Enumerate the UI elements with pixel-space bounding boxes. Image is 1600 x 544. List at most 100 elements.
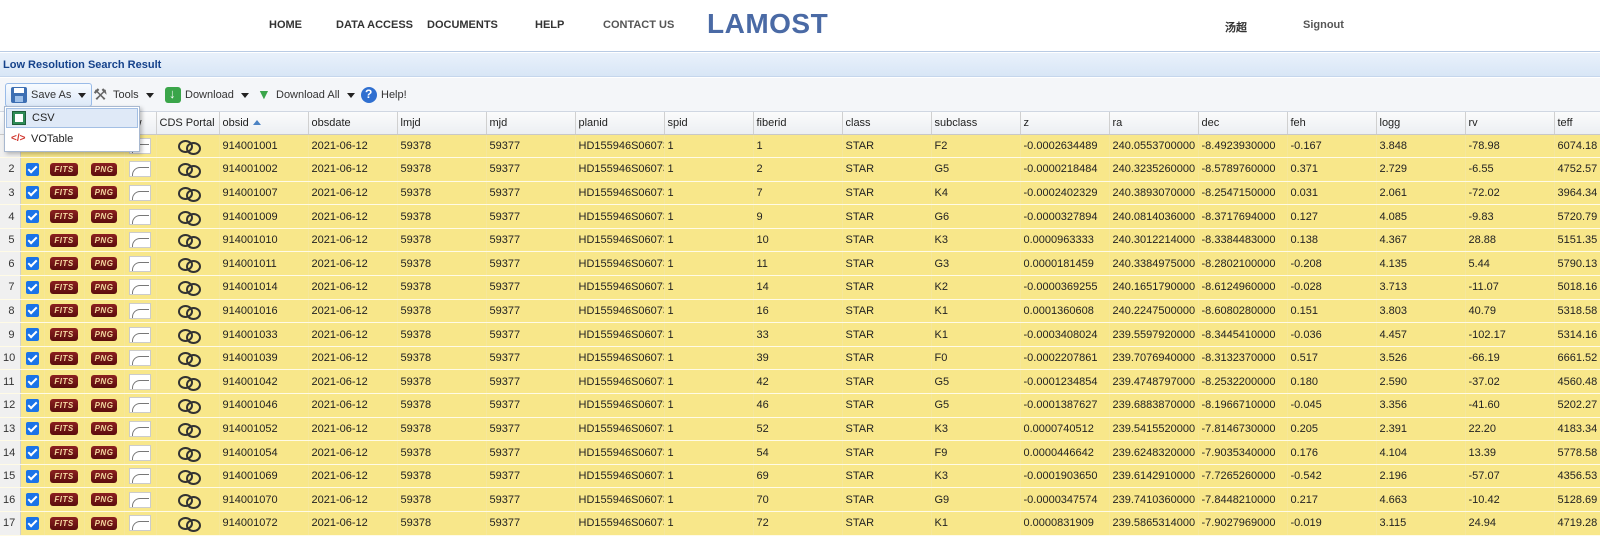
row-checkbox[interactable] — [25, 375, 39, 389]
table-row[interactable]: 8 FITS PNG 914001016 2021-06-12 59378 59377 HD1… — [0, 299, 1600, 324]
spectrum-preview-icon[interactable] — [129, 255, 151, 272]
row-checkbox[interactable] — [25, 516, 39, 530]
png-download-button[interactable]: PNG — [90, 233, 118, 247]
table-row[interactable]: 17 FITS PNG 914001072 2021-06-12 59378 59377 HD… — [0, 511, 1600, 536]
table-row[interactable]: 10 FITS PNG 914001039 2021-06-12 59378 59377 HD… — [0, 346, 1600, 371]
cds-portal-icon[interactable] — [177, 328, 201, 344]
spectrum-preview-icon[interactable] — [129, 208, 151, 225]
table-row[interactable]: 6 FITS PNG 914001011 2021-06-12 59378 59377 HD1… — [0, 251, 1600, 277]
fits-download-button[interactable]: FITS — [50, 398, 78, 412]
cds-portal-icon[interactable] — [177, 280, 201, 297]
spectrum-preview-icon[interactable] — [129, 491, 151, 508]
help-button[interactable]: Help! — [355, 83, 413, 107]
table-row[interactable]: 14 FITS PNG 914001054 2021-06-12 59378 59377 HD… — [0, 440, 1600, 465]
row-checkbox[interactable] — [25, 351, 39, 365]
row-checkbox[interactable] — [25, 422, 39, 436]
fits-download-button[interactable]: FITS — [50, 233, 78, 247]
table-row[interactable]: 9 FITS PNG 914001033 2021-06-12 59378 59377 HD1… — [0, 322, 1600, 347]
fits-download-button[interactable]: FITS — [50, 280, 78, 294]
fits-download-button[interactable]: FITS — [50, 186, 78, 200]
cds-portal-header[interactable]: CDS Portal — [156, 112, 220, 135]
png-download-button[interactable]: PNG — [90, 186, 118, 200]
png-download-button[interactable]: PNG — [90, 516, 118, 530]
fits-download-button[interactable]: FITS — [50, 210, 78, 224]
spectrum-preview-icon[interactable] — [129, 515, 151, 532]
png-download-button[interactable]: PNG — [90, 375, 118, 389]
cds-portal-icon[interactable] — [177, 375, 201, 391]
mjd-header[interactable]: mjd — [486, 112, 576, 135]
table-row[interactable]: 5 FITS PNG 914001010 2021-06-12 59378 59377 HD1… — [0, 228, 1600, 253]
download-all-button[interactable]: Download All — [250, 83, 361, 107]
fits-download-button[interactable]: FITS — [50, 469, 78, 483]
row-checkbox[interactable] — [25, 233, 39, 247]
fits-download-button[interactable]: FITS — [50, 516, 78, 530]
spectrum-preview-icon[interactable] — [129, 161, 151, 178]
row-checkbox[interactable] — [25, 186, 39, 200]
row-checkbox[interactable] — [25, 280, 39, 294]
spectrum-preview-icon[interactable] — [129, 279, 151, 296]
cds-portal-icon[interactable] — [177, 351, 201, 368]
planid-header[interactable]: planid — [575, 112, 665, 135]
spectrum-preview-icon[interactable] — [129, 444, 151, 461]
z-header[interactable]: z — [1020, 112, 1110, 135]
menu-item-votable[interactable]: </> VOTable — [6, 129, 138, 149]
fits-download-button[interactable]: FITS — [50, 304, 78, 318]
table-row[interactable]: 16 FITS PNG 914001070 2021-06-12 59378 59377 HD… — [0, 487, 1600, 512]
png-download-button[interactable]: PNG — [90, 210, 118, 224]
table-row[interactable]: 12 FITS PNG 914001046 2021-06-12 59378 59377 HD… — [0, 393, 1600, 418]
cds-portal-icon[interactable] — [177, 493, 201, 509]
spectrum-preview-icon[interactable] — [129, 302, 151, 319]
obsdate-header[interactable]: obsdate — [308, 112, 398, 135]
spectrum-preview-icon[interactable] — [129, 373, 151, 390]
table-row[interactable]: 13 FITS PNG 914001052 2021-06-12 59378 59377 HD… — [0, 417, 1600, 442]
row-checkbox[interactable] — [25, 398, 39, 412]
cds-portal-icon[interactable] — [177, 516, 201, 533]
fits-download-button[interactable]: FITS — [50, 257, 78, 271]
row-checkbox[interactable] — [25, 493, 39, 507]
rv-header[interactable]: rv — [1465, 112, 1555, 135]
table-row[interactable]: 1FITSPNG9140010012021-06-125937859377HD1… — [0, 134, 1600, 159]
obsid-header[interactable]: obsid — [219, 112, 309, 135]
nav-help-link[interactable]: HELP — [535, 19, 564, 31]
feh-header[interactable]: feh — [1287, 112, 1377, 135]
cds-portal-icon[interactable] — [177, 162, 201, 179]
table-row[interactable]: 15 FITS PNG 914001069 2021-06-12 59378 59377 HD… — [0, 464, 1600, 489]
cds-portal-icon[interactable] — [177, 210, 201, 226]
lamost-logo[interactable]: LAMOST — [707, 8, 828, 40]
nav-documents-link[interactable]: DOCUMENTS — [427, 19, 498, 31]
table-row[interactable]: 7 FITS PNG 914001014 2021-06-12 59378 59377 HD1… — [0, 275, 1600, 300]
user-name-link[interactable]: 汤超 — [1225, 19, 1247, 35]
row-checkbox[interactable] — [25, 469, 39, 483]
cds-portal-icon[interactable] — [177, 139, 201, 155]
nav-home-link[interactable]: HOME — [269, 19, 302, 31]
spid-header[interactable]: spid — [664, 112, 754, 135]
spectrum-preview-icon[interactable] — [129, 420, 151, 437]
logg-header[interactable]: logg — [1376, 112, 1466, 135]
png-download-button[interactable]: PNG — [90, 351, 118, 365]
spectrum-preview-icon[interactable] — [129, 184, 151, 201]
png-download-button[interactable]: PNG — [90, 493, 118, 507]
teff-header[interactable]: teff — [1554, 112, 1600, 135]
png-download-button[interactable]: PNG — [90, 257, 118, 271]
cds-portal-icon[interactable] — [177, 398, 201, 415]
signout-link[interactable]: Signout — [1303, 19, 1344, 31]
row-checkbox[interactable] — [25, 257, 39, 271]
cds-portal-icon[interactable] — [177, 233, 201, 250]
cds-portal-icon[interactable] — [177, 422, 201, 438]
row-checkbox[interactable] — [25, 304, 39, 318]
cds-portal-icon[interactable] — [177, 186, 201, 202]
table-row[interactable]: 11 FITS PNG 914001042 2021-06-12 59378 59377 HD… — [0, 369, 1600, 395]
row-checkbox[interactable] — [25, 162, 39, 176]
fits-download-button[interactable]: FITS — [50, 446, 78, 460]
nav-data-access-link[interactable]: DATA ACCESS — [336, 19, 413, 31]
row-checkbox[interactable] — [25, 328, 39, 342]
table-row[interactable]: 3 FITS PNG 914001007 2021-06-12 59378 59377 HD1… — [0, 181, 1600, 206]
spectrum-preview-icon[interactable] — [129, 397, 151, 414]
spectrum-preview-icon[interactable] — [129, 350, 151, 367]
png-download-button[interactable]: PNG — [90, 304, 118, 318]
png-download-button[interactable]: PNG — [90, 328, 118, 342]
png-download-button[interactable]: PNG — [90, 162, 118, 176]
fiberid-header[interactable]: fiberid — [753, 112, 843, 135]
spectrum-preview-icon[interactable] — [129, 232, 151, 249]
row-checkbox[interactable] — [25, 446, 39, 460]
